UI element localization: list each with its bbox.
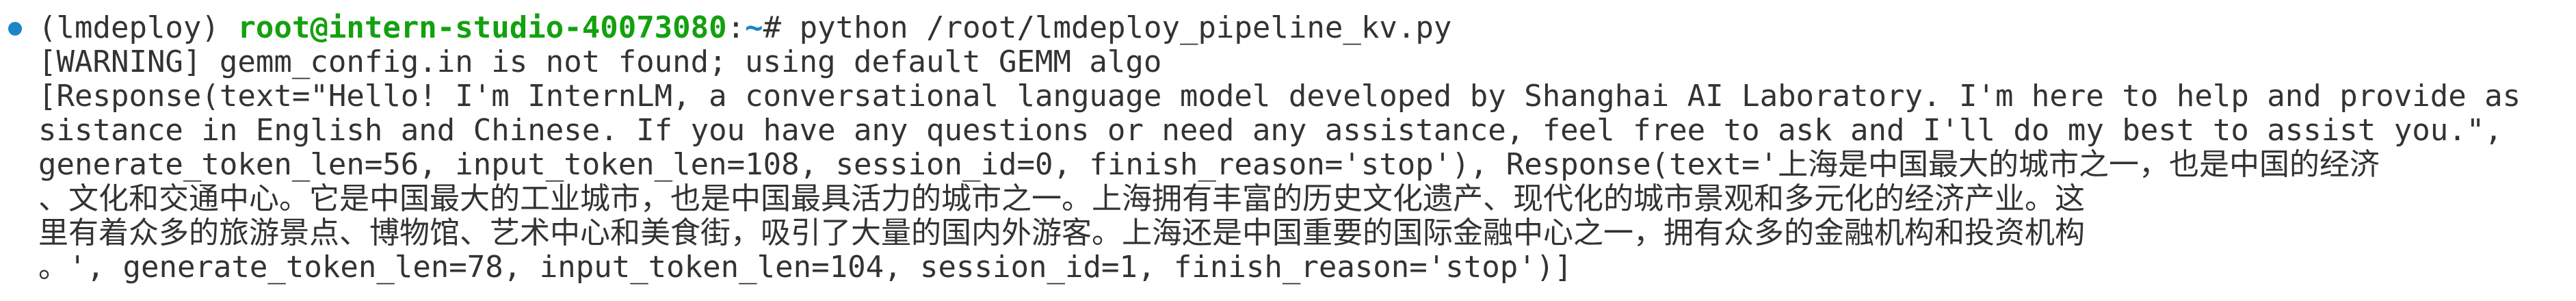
conda-env: (lmdeploy) bbox=[38, 10, 220, 45]
command-text: python /root/lmdeploy_pipeline_kv.py bbox=[799, 10, 1452, 45]
terminal-window[interactable]: (lmdeploy) root@intern-studio-40073080:~… bbox=[0, 0, 2576, 301]
output-line: 、文化和交通中心。它是中国最大的工业城市，也是中国最具活力的城市之一。上海拥有丰… bbox=[38, 181, 2085, 216]
prompt-line: (lmdeploy) root@intern-studio-40073080:~… bbox=[38, 10, 1452, 45]
command-status-icon[interactable] bbox=[8, 22, 22, 36]
output-line: generate_token_len=56, input_token_len=1… bbox=[38, 147, 2380, 182]
user-host: root@intern-studio-40073080 bbox=[237, 10, 727, 45]
output-line: sistance in English and Chinese. If you … bbox=[38, 113, 2503, 148]
output-line: 。', generate_token_len=78, input_token_l… bbox=[38, 250, 1573, 285]
output-line: 里有着众多的旅游景点、博物馆、艺术中心和美食街，吸引了大量的国内外游客。上海还是… bbox=[38, 215, 2085, 250]
output-line: [Response(text="Hello! I'm InternLM, a c… bbox=[38, 79, 2521, 114]
output-line-warning: [WARNING] gemm_config.in is not found; u… bbox=[38, 44, 1162, 79]
current-path: ~ bbox=[745, 10, 763, 45]
prompt-sign: # bbox=[763, 10, 782, 45]
